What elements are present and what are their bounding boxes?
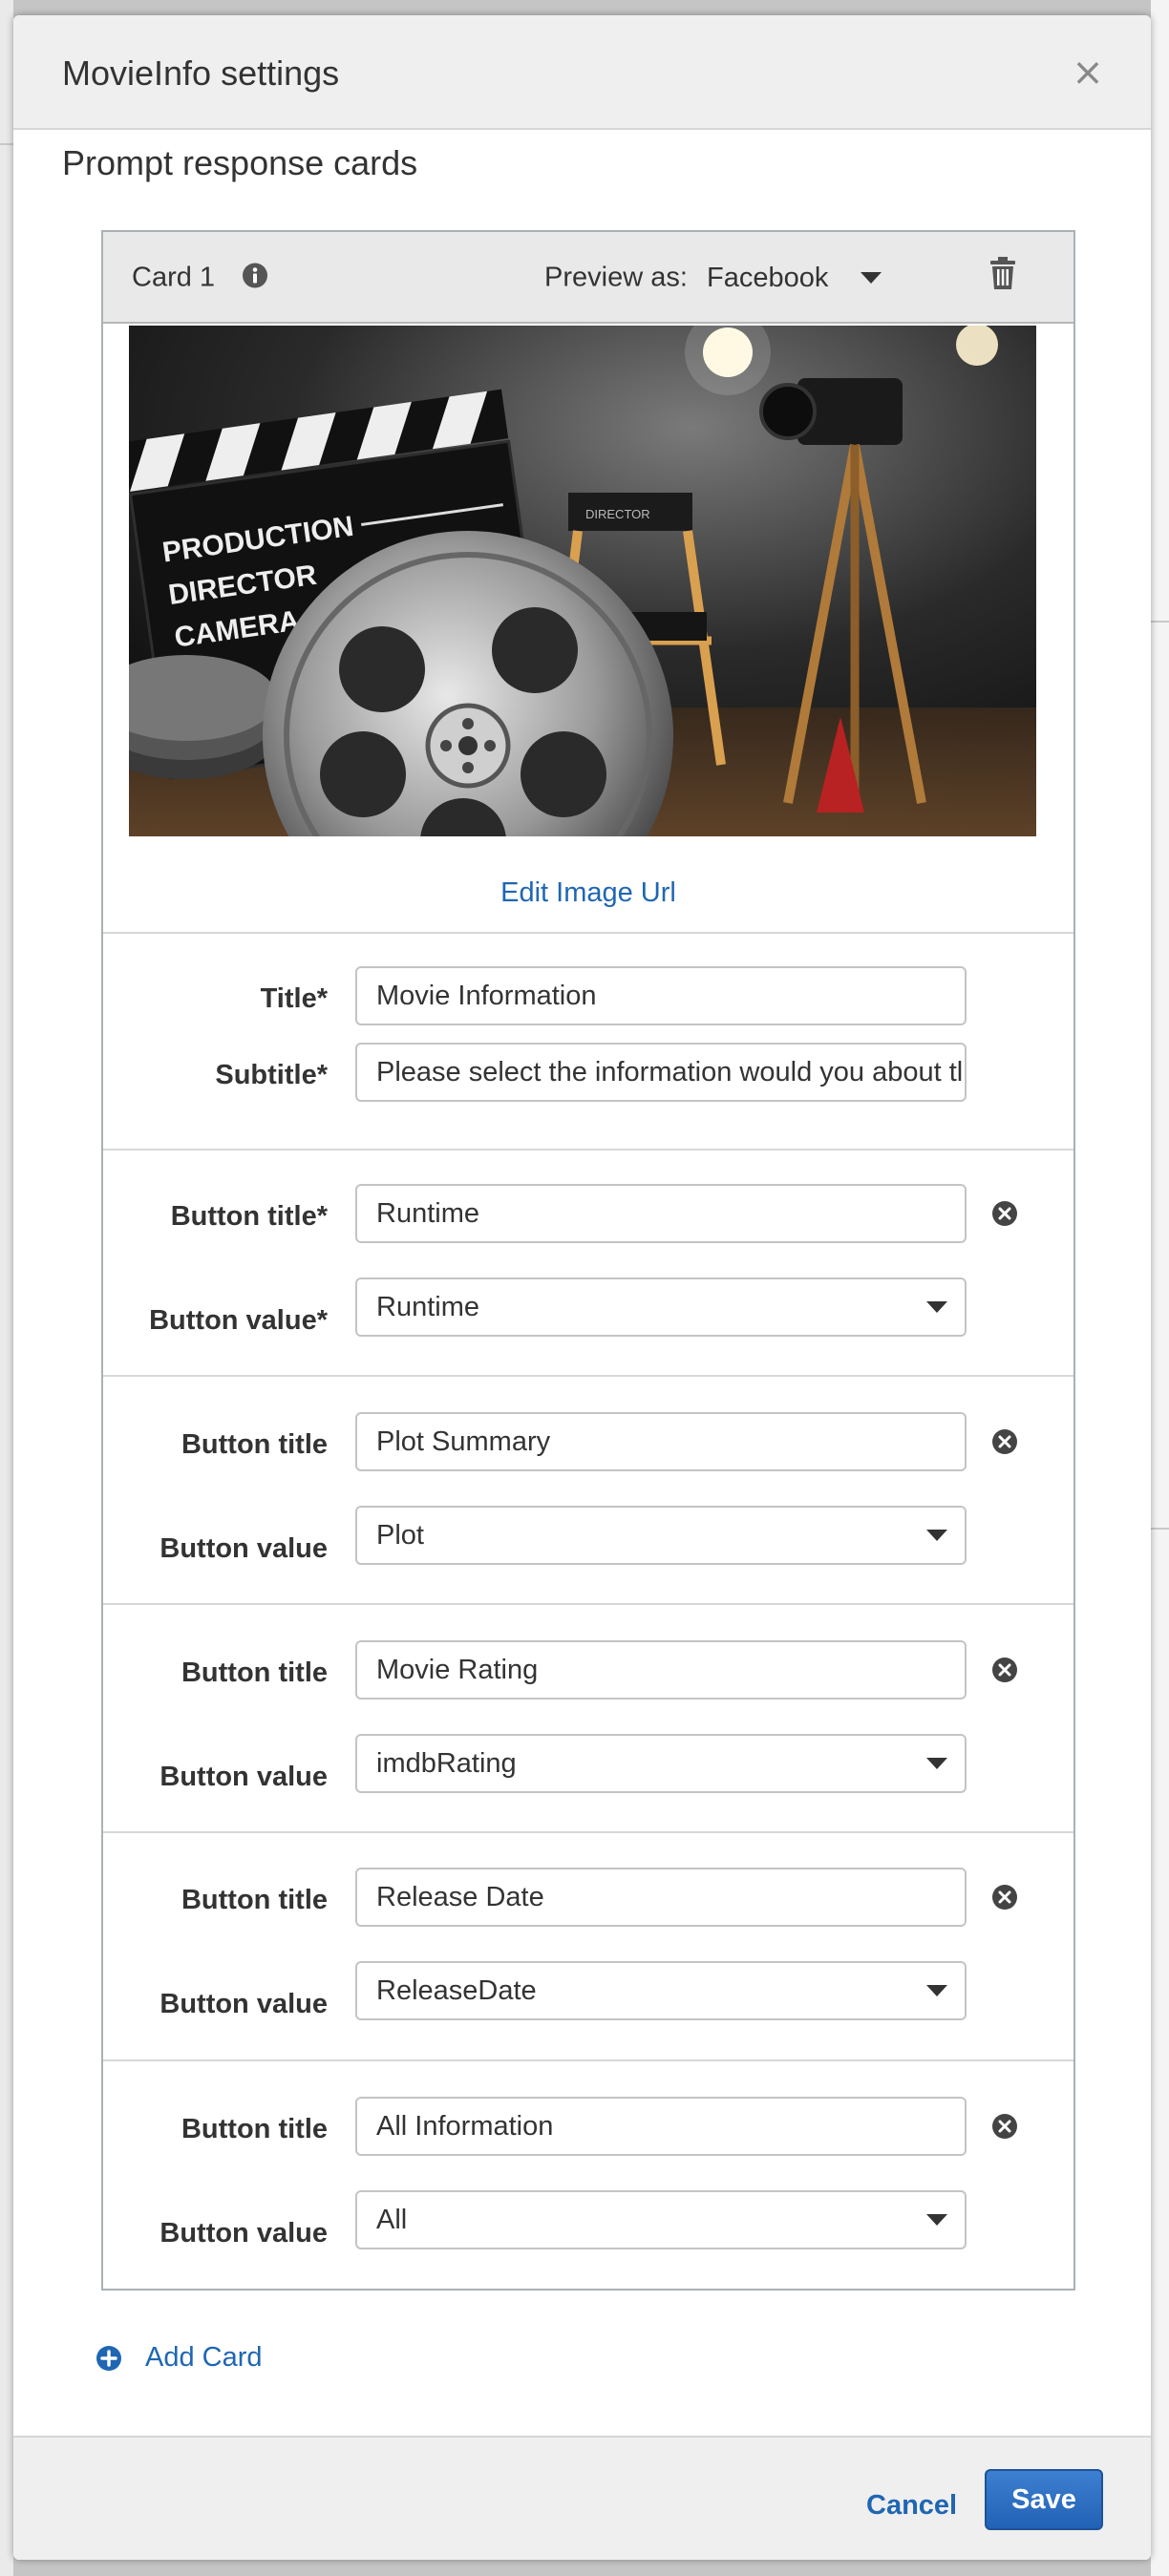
preview-platform-select[interactable]: Facebook bbox=[707, 259, 882, 297]
caret-down-icon bbox=[926, 1530, 947, 1541]
edit-image-url-link[interactable]: Edit Image Url bbox=[103, 877, 1073, 909]
divider bbox=[103, 1375, 1073, 1377]
background-divider bbox=[1151, 1528, 1169, 1530]
remove-circle-icon[interactable] bbox=[991, 1200, 1018, 1232]
divider bbox=[103, 1603, 1073, 1605]
save-button[interactable]: Save bbox=[985, 2469, 1103, 2530]
caret-down-icon bbox=[926, 1985, 947, 1996]
trash-icon[interactable] bbox=[989, 257, 1016, 294]
remove-circle-icon[interactable] bbox=[991, 1884, 1018, 1915]
button-title-label: Button title bbox=[181, 1885, 328, 1915]
response-card: Card 1 Preview as: Facebook DIRECTOR PRO… bbox=[101, 230, 1075, 2291]
button-value-select[interactable]: Plot bbox=[355, 1506, 967, 1565]
button-title-label: Button title bbox=[181, 2114, 328, 2144]
card-image: DIRECTOR PRODUCTION DIRECTOR CAMERA bbox=[129, 326, 1036, 836]
button-title-label: Button title bbox=[181, 1658, 328, 1688]
add-card-button[interactable]: Add Card bbox=[96, 2342, 263, 2374]
button-value-label: Button value* bbox=[149, 1305, 328, 1336]
title-label: Title* bbox=[260, 983, 328, 1014]
title-input[interactable]: Movie Information bbox=[355, 966, 967, 1025]
button-title-label: Button title* bbox=[170, 1201, 328, 1232]
button-value-text: Plot bbox=[376, 1520, 424, 1551]
button-title-input[interactable]: All Information bbox=[355, 2097, 967, 2156]
button-value-select[interactable]: All bbox=[355, 2190, 967, 2249]
cancel-button[interactable]: Cancel bbox=[866, 2476, 957, 2535]
background-right-strip bbox=[1151, 0, 1169, 2576]
button-value-text: ReleaseDate bbox=[376, 1975, 537, 2006]
divider bbox=[103, 932, 1073, 934]
card-header: Card 1 Preview as: Facebook bbox=[103, 232, 1073, 324]
remove-circle-icon[interactable] bbox=[991, 2113, 1018, 2144]
caret-down-icon bbox=[861, 272, 882, 284]
preview-label: Preview as: bbox=[544, 262, 688, 293]
caret-down-icon bbox=[926, 1758, 947, 1769]
dialog-title: MovieInfo settings bbox=[62, 53, 340, 93]
button-value-select[interactable]: imdbRating bbox=[355, 1734, 967, 1793]
button-value-select[interactable]: Runtime bbox=[355, 1277, 967, 1337]
card-name: Card 1 bbox=[132, 262, 216, 293]
remove-circle-icon[interactable] bbox=[991, 1428, 1018, 1460]
divider bbox=[103, 1831, 1073, 1833]
caret-down-icon bbox=[926, 1301, 947, 1313]
divider bbox=[103, 1149, 1073, 1151]
caret-down-icon bbox=[926, 2214, 947, 2226]
plus-circle-icon bbox=[96, 2345, 121, 2371]
button-value-label: Button value bbox=[159, 1989, 328, 2019]
background-divider bbox=[1151, 621, 1169, 623]
button-title-input[interactable]: Release Date bbox=[355, 1868, 967, 1927]
section-title: Prompt response cards bbox=[62, 143, 418, 182]
button-value-text: All bbox=[376, 2205, 408, 2235]
remove-circle-icon[interactable] bbox=[991, 1657, 1018, 1688]
button-title-label: Button title bbox=[181, 1429, 328, 1460]
close-icon[interactable]: × bbox=[1069, 53, 1107, 92]
button-value-text: imdbRating bbox=[376, 1748, 517, 1779]
button-value-label: Button value bbox=[159, 2218, 328, 2249]
info-icon[interactable] bbox=[242, 263, 268, 294]
chair-text: DIRECTOR bbox=[585, 507, 650, 521]
add-card-label: Add Card bbox=[145, 2342, 263, 2373]
background-left-strip bbox=[0, 0, 13, 2576]
preview-platform-value: Facebook bbox=[707, 262, 829, 293]
button-title-input[interactable]: Plot Summary bbox=[355, 1412, 967, 1471]
subtitle-input[interactable]: Please select the information would you … bbox=[355, 1043, 967, 1102]
settings-dialog: MovieInfo settings × Prompt response car… bbox=[13, 15, 1151, 2560]
button-value-label: Button value bbox=[159, 1762, 328, 1792]
button-title-input[interactable]: Movie Rating bbox=[355, 1640, 967, 1700]
button-title-input[interactable]: Runtime bbox=[355, 1184, 967, 1243]
button-value-label: Button value bbox=[159, 1533, 328, 1564]
background-divider bbox=[0, 143, 13, 145]
subtitle-label: Subtitle* bbox=[215, 1060, 328, 1090]
dialog-footer: Cancel Save bbox=[13, 2436, 1151, 2560]
divider bbox=[103, 2059, 1073, 2061]
button-value-text: Runtime bbox=[376, 1292, 479, 1322]
dialog-header: MovieInfo settings × bbox=[13, 15, 1151, 130]
button-value-select[interactable]: ReleaseDate bbox=[355, 1961, 967, 2020]
